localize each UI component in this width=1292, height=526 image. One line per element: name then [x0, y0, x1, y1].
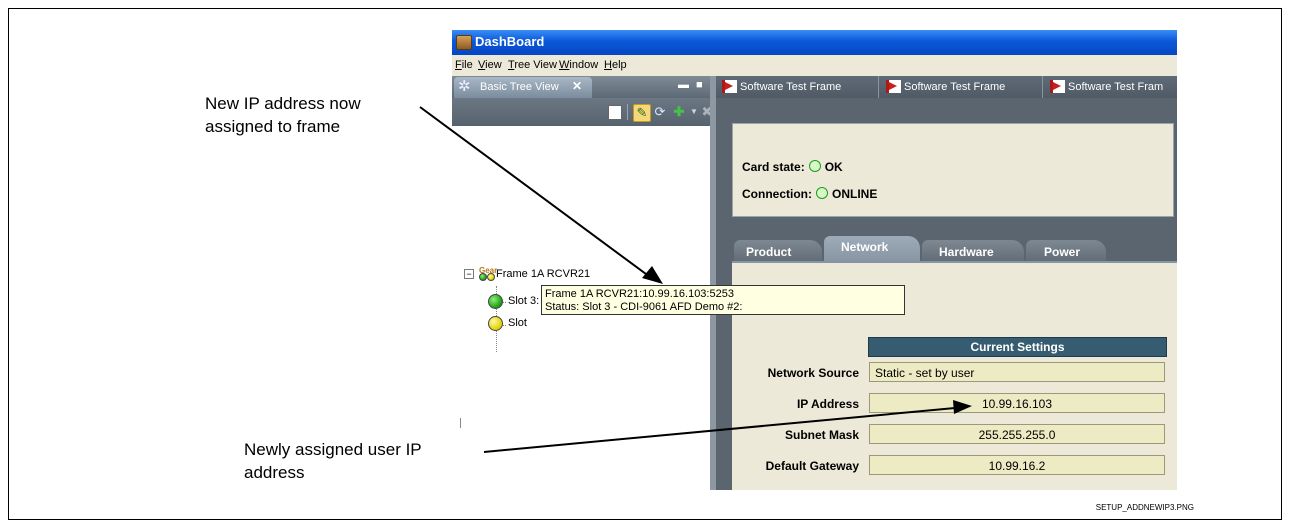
refresh-icon[interactable]: ⟳: [652, 104, 668, 120]
tab-hardware[interactable]: Hardware: [922, 240, 1024, 261]
frame-flag-icon: [722, 80, 737, 93]
tab-label: Hardware: [939, 245, 994, 259]
figure-filename: SETUP_ADDNEWIP3.PNG: [1095, 503, 1194, 512]
callout-line-2: assigned to frame: [205, 117, 341, 136]
minimize-icon[interactable]: ▬: [678, 79, 689, 91]
tooltip-line-1: Frame 1A RCVR21:10.99.16.103:5253: [545, 288, 734, 300]
frame-tooltip: Frame 1A RCVR21:10.99.16.103:5253 Status…: [541, 285, 905, 315]
connection-label: Connection:: [742, 187, 812, 201]
status-online-icon: [816, 187, 828, 199]
menu-file[interactable]: File: [455, 59, 473, 71]
tab-label: Power: [1044, 245, 1081, 259]
callout-line-1: Newly assigned user IP: [244, 440, 422, 459]
tab-label: Basic Tree View: [480, 81, 559, 93]
menu-help[interactable]: Help: [604, 59, 627, 71]
menu-view[interactable]: View: [478, 59, 502, 71]
frame-detail-panel: Software Test Frame Software Test Frame …: [716, 76, 1177, 490]
tab-power[interactable]: Power: [1026, 240, 1106, 261]
card-state-value: OK: [824, 160, 843, 174]
tab-software-test-frame[interactable]: Software Test Frame: [718, 76, 879, 98]
current-settings-header: Current Settings: [868, 337, 1167, 357]
tab-label: Network: [841, 240, 889, 254]
default-gateway-field: 10.99.16.2: [869, 455, 1165, 475]
card-state-label: Card state:: [742, 160, 805, 174]
callout-user-ip: Newly assigned user IP address: [244, 438, 422, 484]
card-tabs: Product Network Hardware Power: [732, 236, 1177, 261]
tab-software-test-frame[interactable]: Software Test Fram: [1046, 76, 1177, 98]
tab-network[interactable]: Network: [824, 236, 920, 261]
doc-tab-label: Software Test Fram: [1068, 81, 1164, 93]
menu-bar: File View Tree View Window Help: [452, 55, 1177, 75]
doc-tab-label: Software Test Frame: [904, 81, 1006, 93]
new-document-icon[interactable]: [608, 105, 622, 120]
callout-line-2: address: [244, 463, 305, 482]
dashboard-window: DashBoard File View Tree View Window Hel…: [452, 30, 1177, 490]
tree-view-tabbar: ✲ Basic Tree View ✕ ▬ ■: [452, 76, 710, 98]
edit-frame-icon[interactable]: ✎: [633, 104, 651, 122]
document-tabs: Software Test Frame Software Test Frame …: [716, 76, 1177, 98]
tree-toolbar: ✎ ⟳ ✚ ▼ ✖: [452, 98, 712, 126]
frame-label: Frame 1A RCVR21: [496, 268, 591, 280]
callout-line-1: New IP address now: [205, 94, 361, 113]
connection-row: Connection: ONLINE: [742, 187, 877, 201]
close-icon[interactable]: ✕: [572, 79, 582, 93]
tab-label: Product: [746, 245, 792, 259]
network-source-field: Static - set by user: [869, 362, 1165, 382]
connection-value: ONLINE: [832, 187, 878, 201]
slot-label: Slot: [508, 317, 527, 329]
card-state-row: Card state: OK: [742, 160, 843, 174]
default-gateway-label: Default Gateway: [765, 459, 859, 473]
maximize-icon[interactable]: ■: [696, 79, 703, 91]
text-cursor: [460, 418, 461, 428]
ip-address-field: 10.99.16.103: [869, 393, 1165, 413]
menu-window[interactable]: Window: [559, 59, 598, 71]
frame-status-yellow-icon: [487, 273, 495, 281]
status-yellow-icon: [488, 316, 503, 331]
window-title: DashBoard: [475, 34, 545, 49]
subnet-mask-field: 255.255.255.0: [869, 424, 1165, 444]
tree-node-slot[interactable]: Slot: [488, 316, 668, 334]
title-bar[interactable]: DashBoard: [452, 30, 1177, 55]
tree-view-panel: ✲ Basic Tree View ✕ ▬ ■ ✎ ⟳ ✚ ▼ ✖ − Gear: [452, 76, 712, 490]
add-icon[interactable]: ✚: [671, 104, 687, 120]
collapse-icon[interactable]: −: [464, 269, 474, 279]
dashboard-app-icon: [456, 35, 472, 50]
card-status-box: Card state: OK Connection: ONLINE: [732, 123, 1174, 217]
tooltip-line-2: Status: Slot 3 - CDI-9061 AFD Demo #2:: [545, 301, 743, 313]
frame-flag-icon: [886, 80, 901, 93]
tab-software-test-frame[interactable]: Software Test Frame: [882, 76, 1043, 98]
ip-address-label: IP Address: [796, 397, 859, 411]
network-source-label: Network Source: [767, 366, 859, 380]
tree-node-frame[interactable]: − Gear Frame 1A RCVR21: [462, 266, 662, 284]
tab-basic-tree-view[interactable]: ✲ Basic Tree View ✕: [454, 77, 592, 98]
subnet-mask-label: Subnet Mask: [784, 428, 859, 442]
status-green-icon: [488, 294, 503, 309]
menu-tree-view[interactable]: Tree View: [508, 59, 557, 71]
status-ok-icon: [808, 160, 821, 172]
frame-status-green-icon: [479, 273, 487, 281]
frame-flag-icon: [1050, 80, 1065, 93]
doc-tab-label: Software Test Frame: [740, 81, 842, 93]
toolbar-separator: [627, 104, 628, 120]
tab-product[interactable]: Product: [734, 240, 822, 261]
callout-new-ip: New IP address now assigned to frame: [205, 92, 361, 138]
gear-icon: ✲: [458, 78, 471, 95]
